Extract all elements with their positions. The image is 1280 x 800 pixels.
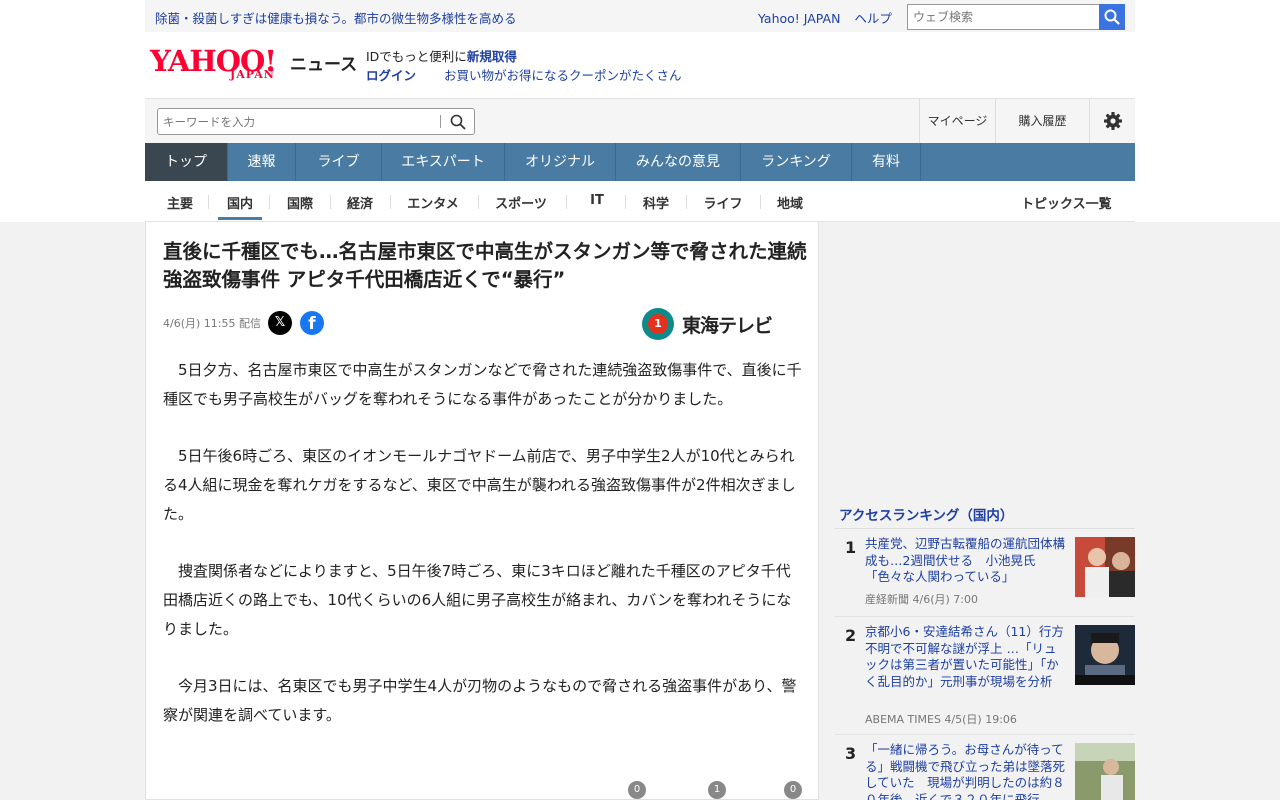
article-paragraph: 今月3日には、名東区でも男子中学生4人が刃物のようなもので脅される強盗事件があり… [163,677,797,724]
subnav-region[interactable]: 地域 [765,193,815,212]
web-search-button[interactable] [1099,4,1125,30]
sub-nav: 主要 国内 国際 経済 エンタメ スポーツ IT 科学 ライフ 地域 トピックス… [145,181,1135,222]
subnav-life[interactable]: ライフ [693,193,753,212]
article: 直後に千種区でも…名古屋市東区で中高生がスタンガン等で脅された連続強盗致傷事件 … [145,222,819,800]
subnav-sports[interactable]: スポーツ [485,193,557,212]
nav-live[interactable]: ライブ [296,143,382,181]
article-paragraph: 捜査関係者などによりますと、5日午後7時ごろ、東に3キロほど離れた千種区のアピタ… [163,562,792,638]
subnav-divider [208,195,209,209]
ranking-item-source: ABEMA TIMES 4/5(日) 19:06 [865,713,1017,726]
coupon-link[interactable]: お買い物がお得になるクーポンがたくさん [444,68,682,83]
ranking-separator [835,734,1135,735]
nav-opinions[interactable]: みんなの意見 [616,143,741,181]
gear-icon [1103,112,1122,130]
subnav-economy[interactable]: 経済 [335,193,385,212]
yahoo-news-logo[interactable]: YAHOO! JAPAN ニュース [150,44,360,86]
article-paragraph: 5日夕方、名古屋市東区で中高生がスタンガンなどで脅された連続強盗致傷事件で、直後… [163,361,802,408]
ranking-separator [835,616,1135,617]
search-icon[interactable] [450,114,466,130]
ranking-item-title[interactable]: 「一緒に帰ろう。お母さんが待ってる」戦闘機で飛び立った弟は墜落死していた 現場が… [865,742,1065,800]
yahoo-japan-link[interactable]: Yahoo! JAPAN [758,11,840,26]
topics-list-link[interactable]: トピックス一覧 [1021,193,1112,212]
subnav-divider [478,195,479,209]
ranking-item[interactable]: 1 共産党、辺野古転覆船の運航団体構成も…2週間伏せる 小池晃氏「色々な人関わっ… [835,530,1135,618]
top-links: Yahoo! JAPAN ヘルプ [758,8,902,27]
subnav-divider [625,195,626,209]
subnav-divider [686,195,687,209]
ranking-item[interactable]: 3 「一緒に帰ろう。お母さんが待ってる」戦闘機で飛び立った弟は墜落死していた 現… [835,736,1135,800]
article-body: 5日夕方、名古屋市東区で中高生がスタンガンなどで脅された連続強盗致傷事件で、直後… [163,356,803,758]
web-search-input[interactable] [907,4,1100,30]
logo-japan: JAPAN [230,68,275,81]
source-logo[interactable]: 1 東海テレビ [640,306,800,342]
nav-original[interactable]: オリジナル [505,143,616,181]
search-icon [1104,9,1120,25]
login-link[interactable]: ログイン [366,68,416,83]
subnav-active-indicator [218,217,262,220]
ranking-number: 1 [845,538,857,557]
nav-paid[interactable]: 有料 [852,143,921,181]
x-share-icon[interactable]: 𝕏 [268,311,292,335]
subnav-domestic[interactable]: 国内 [215,193,265,212]
subnav-international[interactable]: 国際 [275,193,325,212]
subnav-divider [269,195,270,209]
logo-news: ニュース [290,55,358,75]
ranking-item[interactable]: 2 京都小6・安達結希さん（11）行方不明で不可解な謎が浮上 …「リュックは第三… [835,618,1135,736]
source-logo-text: 東海テレビ [682,315,773,337]
signup-link[interactable]: 新規取得 [467,49,517,64]
search-row: マイページ 購入履歴 [145,98,1135,143]
subnav-divider [566,195,567,209]
subnav-main[interactable]: 主要 [155,193,205,212]
ranking-number: 3 [845,744,857,763]
ranking-divider [835,528,1135,529]
purchase-history-link[interactable]: 購入履歴 [995,99,1089,143]
subnav-divider [760,195,761,209]
article-paragraph: 5日午後6時ごろ、東区のイオンモールナゴヤドーム前店で、男子中学生2人が10代と… [163,447,796,523]
nav-expert[interactable]: エキスパート [382,143,505,181]
facebook-share-icon[interactable]: f [300,311,324,335]
web-search [907,4,1125,30]
reaction-count-badge: 0 [784,781,802,799]
promo-bar: 除菌・殺菌しすぎは健康も損なう。都市の微生物多様性を高める Yahoo! JAP… [145,0,1135,32]
ranking-item-source: 産経新聞 4/6(月) 7:00 [865,593,978,606]
login-box: IDでもっと便利に新規取得 ログイン お買い物がお得になるクーポンがたくさん [366,47,682,85]
tokai-tv-mark-number: 1 [648,314,668,334]
help-link[interactable]: ヘルプ [854,11,892,26]
subnav-it[interactable]: IT [575,193,619,211]
mypage-link[interactable]: マイページ [919,99,995,143]
keyword-search-input[interactable] [163,112,433,131]
keyword-search [157,108,475,135]
reaction-count-badge: 1 [708,781,726,799]
ranking-thumbnail [1075,537,1135,597]
article-headline: 直後に千種区でも…名古屋市東区で中高生がスタンガン等で脅された連続強盗致傷事件 … [163,240,807,291]
subnav-entertainment[interactable]: エンタメ [397,193,469,212]
login-promo-text: IDでもっと便利に [366,49,467,64]
ranking-item-title[interactable]: 共産党、辺野古転覆船の運航団体構成も…2週間伏せる 小池晃氏「色々な人関わってい… [865,536,1065,586]
nav-ranking[interactable]: ランキング [741,143,852,181]
search-divider [440,115,441,128]
subnav-divider [390,195,391,209]
settings-button[interactable] [1089,99,1135,143]
reaction-count-badge: 0 [628,781,646,799]
nav-top[interactable]: トップ [145,143,228,181]
ranking-thumbnail [1075,625,1135,685]
tokai-tv-mark-icon: 1 [642,308,674,340]
ranking-number: 2 [845,626,857,645]
main-nav: トップ 速報 ライブ エキスパート オリジナル みんなの意見 ランキング 有料 [145,143,1135,181]
ranking-title[interactable]: アクセスランキング（国内） [839,504,1013,524]
subnav-science[interactable]: 科学 [631,193,681,212]
subnav-divider [330,195,331,209]
ranking-item-title[interactable]: 京都小6・安達結希さん（11）行方不明で不可解な謎が浮上 …「リュックは第三者が… [865,624,1065,690]
article-date: 4/6(月) 11:55 配信 [163,317,261,330]
ranking-thumbnail [1075,743,1135,800]
nav-breaking[interactable]: 速報 [228,143,296,181]
promo-link[interactable]: 除菌・殺菌しすぎは健康も損なう。都市の微生物多様性を高める [155,8,517,27]
